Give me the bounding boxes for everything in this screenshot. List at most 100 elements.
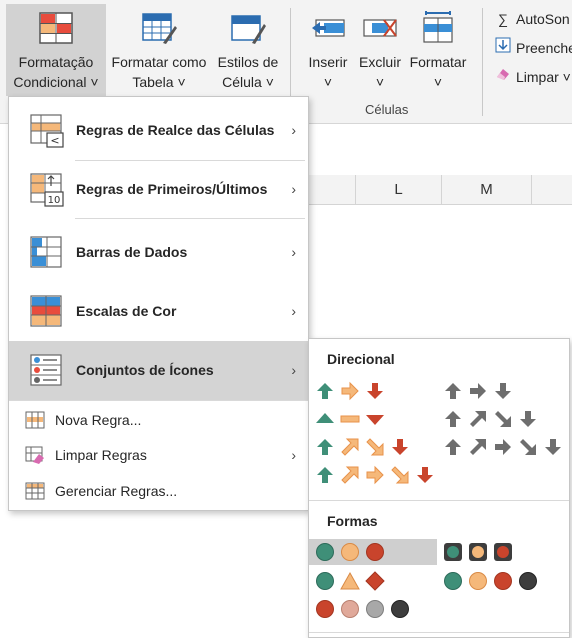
diamond-red-icon — [365, 571, 385, 591]
triangle-yellow-icon — [340, 571, 360, 590]
top-bottom-rules-icon: 10 — [30, 173, 64, 207]
conditional-formatting-label-2: Condicional ˅ — [13, 74, 99, 90]
color-scales-icon — [30, 295, 62, 327]
arrow-up-gray-icon — [445, 439, 461, 455]
column-header-l[interactable]: L — [356, 175, 442, 205]
menu-item-label: Escalas de Cor — [76, 303, 177, 319]
delete-cells-icon — [363, 19, 397, 37]
submenu-divider — [309, 500, 569, 501]
menu-item-top-bottom-rules[interactable]: 10 Regras de Primeiros/Últimos › — [9, 160, 308, 219]
traffic-light-red-icon — [494, 543, 512, 561]
chevron-right-icon: › — [291, 447, 296, 463]
icon-set-5-arrows-colored[interactable] — [315, 462, 440, 488]
autosum-label: AutoSon — [516, 11, 570, 27]
circle-black-icon — [519, 572, 537, 590]
format-label-1: Formatar — [409, 54, 467, 70]
icon-set-3-traffic-lights[interactable] — [309, 539, 437, 565]
chevron-right-icon: › — [291, 181, 296, 197]
icon-set-3-triangles[interactable] — [315, 406, 390, 432]
icon-set-4-red-to-black[interactable] — [315, 596, 415, 622]
delete-button[interactable]: Excluir ˅ — [356, 4, 404, 96]
icon-set-5-arrows-gray[interactable] — [443, 434, 568, 460]
autosum-button[interactable]: ∑ AutoSon — [494, 8, 570, 30]
arrow-down-right-gray-icon — [520, 439, 536, 455]
menu-item-label: Regras de Primeiros/Últimos — [76, 181, 268, 197]
arrow-right-gray-icon — [470, 383, 486, 399]
icon-set-3-arrows-colored[interactable] — [315, 378, 390, 404]
icon-set-4-traffic-lights[interactable] — [443, 568, 543, 594]
menu-item-color-scales[interactable]: Escalas de Cor › — [9, 282, 308, 341]
icon-set-3-signs[interactable] — [315, 568, 390, 594]
arrow-right-orange-icon — [341, 381, 359, 401]
icon-set-4-arrows-colored[interactable] — [315, 434, 415, 460]
chevron-right-icon: › — [291, 122, 296, 138]
arrow-down-red-icon — [392, 439, 408, 455]
insert-button[interactable]: Inserir ˅ — [300, 4, 356, 96]
menu-item-label: Barras de Dados — [76, 244, 188, 260]
circle-red-icon — [316, 600, 334, 618]
triangle-up-green-icon — [316, 413, 334, 423]
column-header-m-label: M — [480, 181, 493, 198]
icon-sets-icon — [30, 354, 62, 386]
ribbon-separator — [482, 8, 483, 116]
manage-rules-icon — [25, 482, 45, 500]
directional-section-title: Direcional — [327, 351, 395, 367]
format-as-table-button[interactable]: Formatar como Tabela ˅ — [106, 4, 212, 96]
insert-label-2: ˅ — [323, 74, 333, 90]
menu-item-highlight-rules[interactable]: < Regras de Realce das Células › — [9, 101, 308, 160]
delete-label-2: ˅ — [375, 74, 385, 90]
arrow-up-right-orange-icon — [341, 466, 359, 484]
fill-down-icon — [494, 37, 512, 59]
chevron-right-icon: › — [291, 244, 296, 260]
conditional-formatting-button[interactable]: Formatação Condicional ˅ — [6, 4, 106, 96]
arrow-down-right-orange-icon — [391, 466, 409, 484]
excel-window: { "ribbon": { "buttons": [ {"line1": "Fo… — [0, 0, 572, 638]
cells-group-label: Células — [365, 102, 409, 117]
delete-label-1: Excluir — [358, 54, 401, 70]
menu-item-new-rule[interactable]: Nova Regra... — [9, 402, 308, 438]
conditional-formatting-icon — [39, 12, 73, 44]
arrow-down-gray-icon — [495, 383, 511, 399]
clear-button[interactable]: Limpar ˅ — [494, 66, 571, 88]
menu-item-label: Nova Regra... — [55, 412, 142, 428]
circle-black-icon — [391, 600, 409, 618]
data-bars-icon — [30, 236, 62, 268]
new-rule-icon — [25, 411, 45, 429]
menu-item-clear-rules[interactable]: Limpar Regras › — [9, 437, 308, 473]
menu-item-data-bars[interactable]: Barras de Dados › — [9, 223, 308, 282]
icon-set-3-traffic-lights-rimmed[interactable] — [443, 539, 518, 565]
cell-styles-icon — [231, 15, 266, 44]
arrow-up-gray-icon — [445, 383, 461, 399]
format-as-table-label-2: Tabela ˅ — [132, 74, 186, 90]
fill-button[interactable]: Preenche — [494, 37, 572, 59]
column-header-m[interactable]: M — [442, 175, 532, 205]
highlight-rules-icon: < — [30, 114, 64, 148]
menu-item-label: Gerenciar Regras... — [55, 483, 178, 499]
circle-green-icon — [316, 572, 334, 590]
arrow-down-red-icon — [367, 383, 383, 399]
format-button[interactable]: Formatar ˅ — [406, 4, 470, 96]
fill-label: Preenche — [516, 40, 572, 56]
chevron-right-icon: › — [291, 303, 296, 319]
format-label-2: ˅ — [433, 74, 443, 90]
arrow-right-orange-icon — [366, 465, 384, 485]
menu-item-manage-rules[interactable]: Gerenciar Regras... — [9, 473, 308, 509]
arrow-down-gray-icon — [545, 439, 561, 455]
submenu-divider — [309, 632, 569, 633]
cell-styles-button[interactable]: Estilos de Célula ˅ — [212, 4, 284, 96]
arrow-up-right-gray-icon — [470, 411, 486, 427]
circle-gray-icon — [366, 600, 384, 618]
column-header-n[interactable] — [532, 175, 572, 205]
icon-set-3-arrows-gray[interactable] — [443, 378, 518, 404]
arrow-up-right-gray-icon — [470, 439, 486, 455]
cell-styles-label-2: Célula ˅ — [222, 74, 274, 90]
insert-cells-icon — [312, 19, 345, 37]
traffic-light-green-icon — [444, 543, 462, 561]
dash-orange-icon — [340, 415, 360, 423]
menu-item-icon-sets[interactable]: Conjuntos de Ícones › — [9, 341, 308, 400]
format-as-table-icon — [142, 13, 177, 44]
menu-item-label: Limpar Regras — [55, 447, 147, 463]
arrow-up-green-icon — [317, 467, 333, 483]
svg-text:<: < — [50, 134, 59, 147]
icon-set-4-arrows-gray[interactable] — [443, 406, 543, 432]
